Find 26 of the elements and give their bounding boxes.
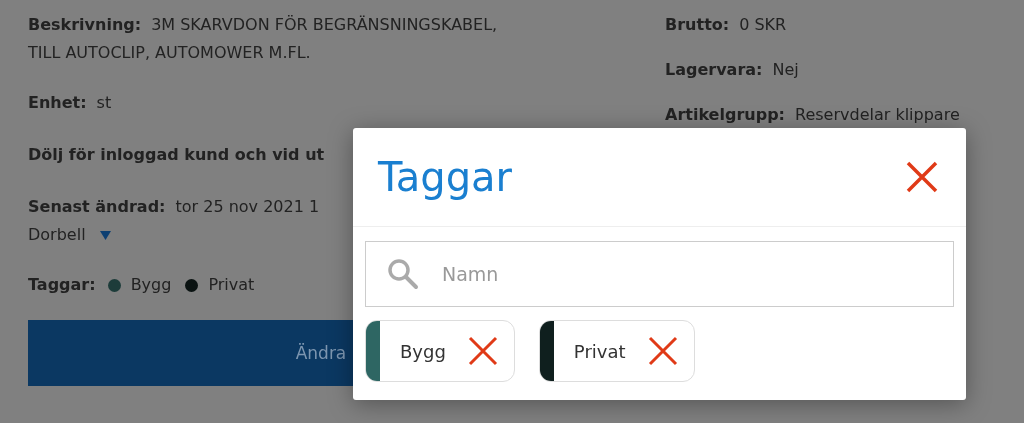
field-value: Dorbell — [28, 224, 86, 246]
field-label: Artikelgrupp: — [665, 105, 785, 124]
field-value: 0 SKR — [739, 15, 787, 34]
field-value: st — [96, 93, 112, 112]
field-value: Nej — [772, 60, 799, 79]
remove-icon[interactable] — [647, 336, 678, 366]
field-value: Reservdelar klippare — [795, 105, 960, 124]
search-field[interactable]: Namn — [365, 241, 954, 307]
field-label: Brutto: — [665, 15, 730, 34]
remove-icon[interactable] — [467, 336, 498, 366]
field-label: Dölj för inloggad kund och vid ut — [28, 145, 325, 164]
tag-label: Privat — [208, 274, 255, 296]
tag-label: Bygg — [130, 274, 172, 296]
field-label: Beskrivning: — [28, 15, 142, 34]
field-label: Lagervara: — [665, 60, 763, 79]
field-label: Taggar: — [28, 274, 96, 296]
field-label: Enhet: — [28, 93, 87, 112]
caret-icon[interactable] — [99, 230, 111, 240]
field-value: 3M SKARVDON FÖR BEGRÄNSNINGSKABEL, — [151, 15, 498, 34]
field-value: tor 25 nov 2021 1 — [175, 197, 320, 216]
dialog-title: Taggar — [378, 154, 513, 200]
field-value: TILL AUTOCLIP, AUTOMOWER M.FL. — [28, 42, 311, 64]
tag-label: Bygg — [400, 340, 446, 362]
search-icon — [387, 258, 419, 290]
close-icon[interactable] — [906, 161, 938, 193]
field-label: Senast ändrad: — [28, 197, 166, 216]
